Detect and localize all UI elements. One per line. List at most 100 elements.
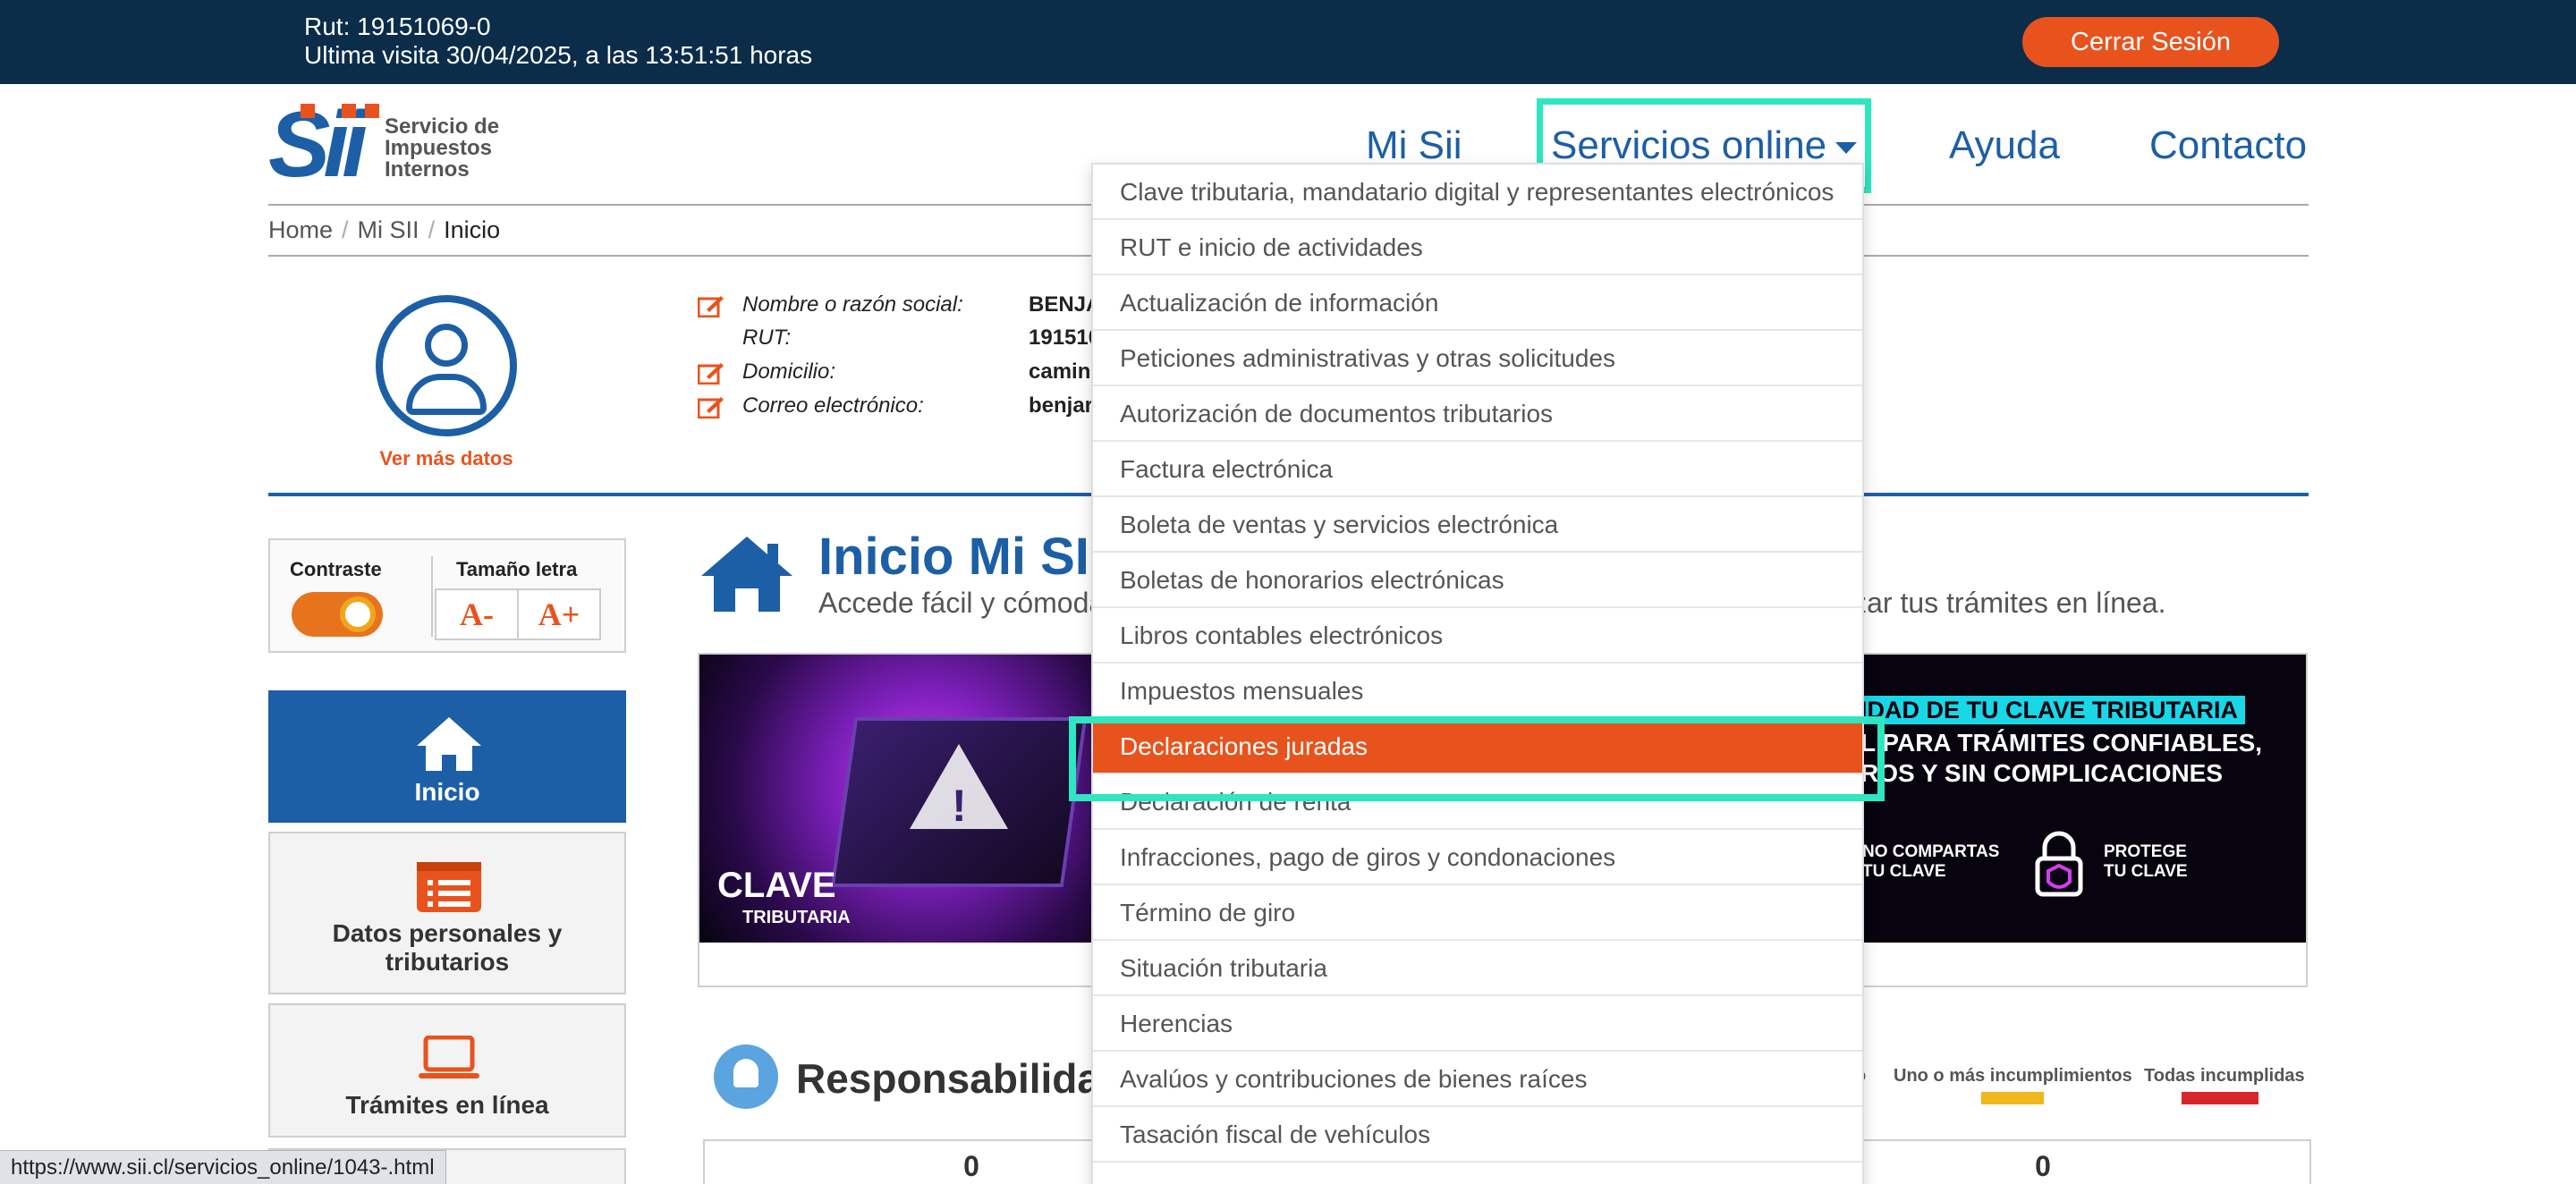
rut-text: Rut: 19151069-0 <box>304 13 491 40</box>
more-data-link[interactable]: Ver más datos <box>376 447 517 470</box>
legend-label: Uno o más incumplimientos <box>1894 1066 2132 1086</box>
divider <box>431 556 433 637</box>
page: Rut: 19151069-0 Ultima visita 30/04/2025… <box>0 0 2576 1184</box>
session-bar: Rut: 19151069-0 Ultima visita 30/04/2025… <box>0 0 2576 84</box>
dropdown-item[interactable]: Término de giro <box>1093 885 1862 941</box>
logo-dot <box>365 104 379 118</box>
side-item-datos-personales[interactable]: Datos personales y tributarios <box>268 832 626 994</box>
edit-icon[interactable] <box>698 395 724 419</box>
logout-button[interactable]: Cerrar Sesión <box>2022 17 2279 67</box>
servicios-online-dropdown: Clave tributaria, mandatario digital y r… <box>1091 163 1864 1184</box>
selection-focus-highlight <box>1069 716 1885 801</box>
logo-dot <box>342 104 356 118</box>
dropdown-item[interactable]: Tasación fiscal de vehículos <box>1093 1107 1862 1163</box>
breadcrumb-current: Inicio <box>444 216 501 243</box>
side-item-tramites[interactable]: Trámites en línea <box>268 1003 626 1137</box>
dropdown-item[interactable]: Factura electrónica <box>1093 442 1862 497</box>
home-icon <box>701 537 792 612</box>
sun-icon <box>340 596 376 632</box>
profile-row-address: Domicilio: camino <box>698 359 1104 385</box>
breadcrumb-separator: / <box>428 216 436 243</box>
breadcrumb-mi-sii[interactable]: Mi SII <box>358 216 419 243</box>
banner-headline: IDAD DE TU CLAVE TRIBUTARIA <box>1853 696 2245 724</box>
warning-mark: ! <box>952 781 967 831</box>
side-item-inicio[interactable]: Inicio <box>268 690 626 823</box>
avatar-head <box>425 324 468 367</box>
dropdown-item[interactable]: Situación tributaria <box>1093 941 1862 996</box>
list-icon <box>417 862 481 912</box>
avatar-icon <box>376 295 517 436</box>
logo-text-line: Servicio de <box>385 114 500 139</box>
page-subtitle-continued: izar tus trámites en línea. <box>1846 587 2166 619</box>
home-icon <box>417 717 481 771</box>
breadcrumb-separator: / <box>342 216 349 243</box>
nav-contacto[interactable]: Contacto <box>2149 119 2307 173</box>
dropdown-item[interactable]: Boleta de ventas y servicios electrónica <box>1093 497 1862 553</box>
legend-swatch <box>1981 1092 2044 1104</box>
profile-label: Nombre o razón social: <box>742 292 963 317</box>
banner-tip: NO COMPARTAS TU CLAVE <box>1862 842 1999 882</box>
profile-label: RUT: <box>742 326 792 350</box>
bell-shape <box>733 1059 758 1087</box>
banner-tip-line: TU CLAVE <box>2104 862 2188 881</box>
dropdown-item[interactable]: Autorización de documentos tributarios <box>1093 386 1862 442</box>
dropdown-item[interactable]: Impuestos mensuales <box>1093 664 1862 719</box>
profile-row-name: Nombre o razón social: BENJA <box>698 292 1101 318</box>
laptop-icon <box>419 1036 479 1078</box>
banner-headline-line: ROS Y SIN COMPLICACIONES <box>1860 759 2224 787</box>
dropdown-item[interactable]: Infracciones, pago de giros y condonacio… <box>1093 830 1862 885</box>
page-subtitle: Accede fácil y cómoda <box>818 587 1106 619</box>
edit-icon[interactable] <box>698 361 724 385</box>
page-title: Inicio Mi SII <box>818 528 1105 586</box>
dropdown-item[interactable]: Libros contables electrónicos <box>1093 608 1862 664</box>
breadcrumb: Home / Mi SII / Inicio <box>268 216 500 243</box>
profile-label: Correo electrónico: <box>742 393 924 418</box>
font-size-label: Tamaño letra <box>456 558 578 580</box>
dropdown-item[interactable]: Clave tributaria, mandatario digital y r… <box>1093 165 1862 220</box>
font-decrease-button[interactable]: A- <box>435 588 519 640</box>
dropdown-item[interactable]: Actualización de información <box>1093 275 1862 331</box>
edit-icon[interactable] <box>698 294 724 317</box>
side-item-label: Datos personales y tributarios <box>332 919 563 976</box>
banner-tip-line: TU CLAVE <box>1862 862 1946 881</box>
logo-text-line: Internos <box>385 157 470 182</box>
last-visit-text: Ultima visita 30/04/2025, a las 13:51:51… <box>304 41 813 69</box>
banner-tip-line: PROTEGE <box>2104 842 2187 861</box>
side-item-label: Inicio <box>414 778 480 806</box>
banner-brand: CLAVE TRIBUTARIA <box>717 866 851 934</box>
legend-label: Todas incumplidas <box>2144 1066 2305 1086</box>
profile-label: Domicilio: <box>742 359 836 384</box>
profile-value: benjar <box>1029 393 1094 418</box>
legend-item: Todas incumplidas <box>2144 1066 2305 1104</box>
banner-tip: PROTEGE TU CLAVE <box>2104 842 2188 882</box>
contrast-label: Contraste <box>290 558 382 580</box>
legend-swatch <box>2182 1092 2258 1104</box>
banner-headline: L PARA TRÁMITES CONFIABLES, ROS Y SIN CO… <box>1860 728 2262 789</box>
bell-icon <box>714 1044 778 1109</box>
dropdown-item[interactable]: Herencias <box>1093 996 1862 1052</box>
legend-item: Uno o más incumplimientos <box>1894 1066 2132 1104</box>
dropdown-item[interactable]: Peticiones administrativas y otras solic… <box>1093 331 1862 386</box>
side-item-label: Trámites en línea <box>345 1091 549 1119</box>
sii-logo[interactable]: Sii Servicio de Impuestos Internos <box>268 98 510 191</box>
dropdown-item[interactable]: RUT e inicio de actividades <box>1093 220 1862 275</box>
banner-tip-line: NO COMPARTAS <box>1862 842 2000 861</box>
contrast-toggle[interactable] <box>292 592 383 637</box>
logo-text: Servicio de Impuestos Internos <box>385 116 499 181</box>
logo-text-line: Impuestos <box>385 136 493 160</box>
profile-row-email: Correo electrónico: benjar <box>698 393 1093 419</box>
accessibility-panel: Contraste Tamaño letra A- A+ <box>268 538 626 653</box>
dropdown-item[interactable]: Boletas de honorarios electrónicas <box>1093 553 1862 608</box>
banner-headline-line: L PARA TRÁMITES CONFIABLES, <box>1860 729 2263 757</box>
dropdown-item[interactable]: Avalúos y contribuciones de bienes raíce… <box>1093 1052 1862 1107</box>
lock-icon <box>2035 831 2083 897</box>
logo-dot <box>301 104 315 118</box>
nav-ayuda[interactable]: Ayuda <box>1949 119 2060 173</box>
banner-brand-title: CLAVE <box>717 866 836 905</box>
profile-value: 191510 <box>1029 326 1101 350</box>
breadcrumb-home[interactable]: Home <box>268 216 333 243</box>
banner-brand-subtitle: TRIBUTARIA <box>742 908 851 927</box>
responsibilities-title: Responsabilidad <box>796 1055 1126 1102</box>
font-increase-button[interactable]: A+ <box>517 588 601 640</box>
avatar-body <box>406 374 487 415</box>
